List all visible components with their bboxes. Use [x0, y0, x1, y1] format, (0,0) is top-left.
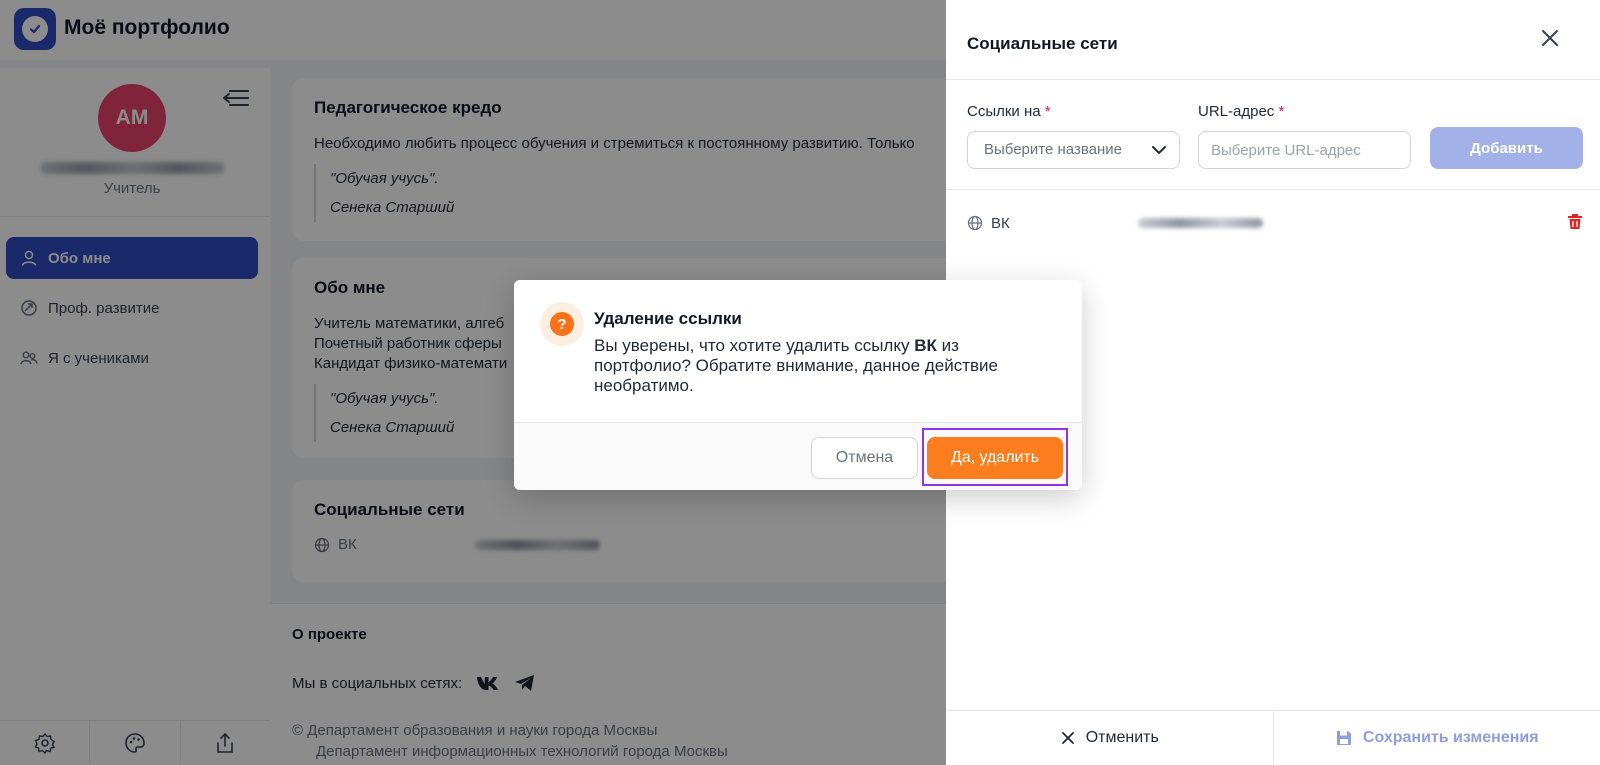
url-label-text: URL-адрес	[1198, 103, 1275, 120]
url-field-label: URL-адрес *	[1198, 103, 1284, 120]
divider	[946, 189, 1600, 190]
divider	[946, 79, 1600, 80]
globe-icon	[967, 215, 983, 231]
drawer-cancel-label: Отменить	[1085, 729, 1159, 746]
dialog-icon-wrapper: ?	[540, 302, 584, 346]
drawer-title: Социальные сети	[967, 34, 1118, 53]
social-link-label: ВК	[991, 214, 1010, 232]
trash-icon[interactable]	[1566, 212, 1584, 230]
link-url-blurred	[1137, 218, 1263, 228]
url-input[interactable]	[1198, 131, 1411, 169]
network-select[interactable]: Выберите название	[967, 131, 1180, 169]
links-field-label: Ссылки на *	[967, 103, 1051, 120]
drawer-footer: Отменить Сохранить изменения	[946, 710, 1600, 765]
save-changes-label: Сохранить изменения	[1362, 729, 1539, 746]
dialog-message-link-name: ВК	[914, 336, 937, 355]
dialog-message: Вы уверены, что хотите удалить ссылку ВК…	[594, 336, 1039, 396]
question-icon: ?	[550, 312, 574, 336]
chevron-down-icon	[1152, 146, 1166, 155]
select-placeholder: Выберите название	[984, 141, 1122, 158]
save-changes-button[interactable]: Сохранить изменения	[1274, 711, 1600, 765]
cancel-button[interactable]: Отмена	[811, 437, 918, 479]
dialog-footer: Отмена Да, удалить	[514, 422, 1082, 490]
required-mark: *	[1044, 103, 1051, 120]
dialog-message-part: Вы уверены, что хотите удалить ссылку	[594, 336, 915, 355]
social-link-row: ВК	[967, 212, 1587, 234]
save-icon	[1336, 731, 1351, 745]
confirm-delete-button[interactable]: Да, удалить	[927, 437, 1063, 479]
dialog-title: Удаление ссылки	[594, 309, 742, 328]
required-mark: *	[1278, 103, 1285, 120]
close-icon[interactable]	[1538, 26, 1562, 50]
drawer-cancel-button[interactable]: Отменить	[946, 711, 1274, 765]
links-label-text: Ссылки на	[967, 103, 1041, 120]
close-icon	[1061, 732, 1074, 744]
add-button[interactable]: Добавить	[1430, 127, 1583, 169]
delete-link-dialog: ? Удаление ссылки Вы уверены, что хотите…	[514, 280, 1082, 490]
